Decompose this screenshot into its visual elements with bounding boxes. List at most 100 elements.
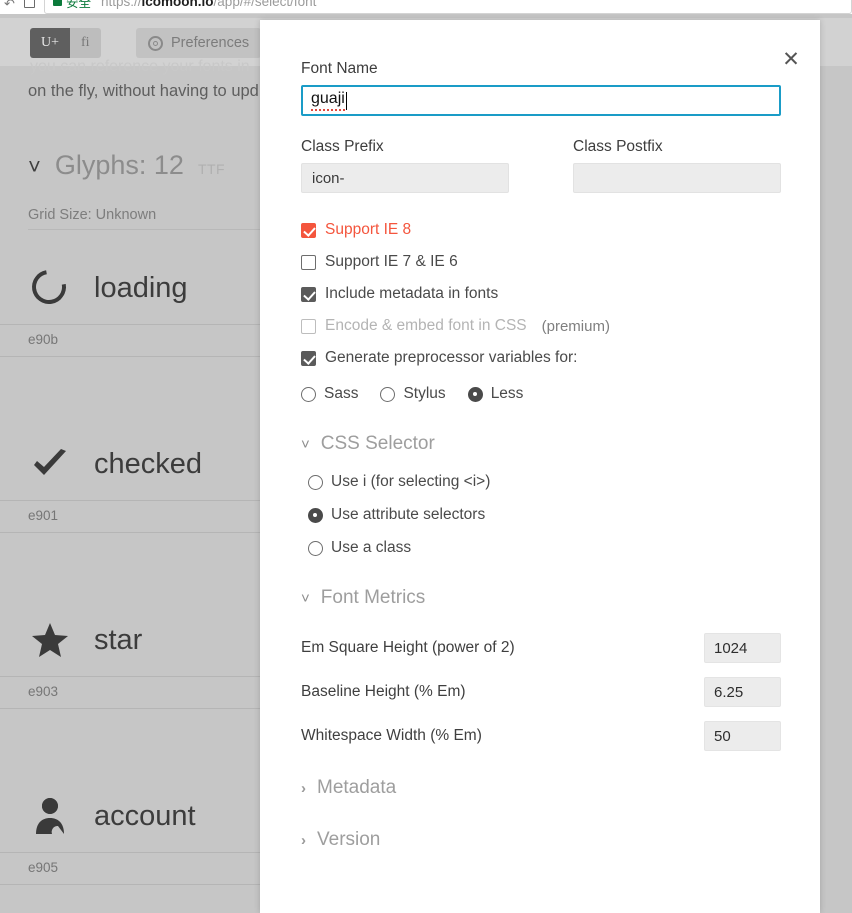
checkbox-include-metadata[interactable]: Include metadata in fonts (301, 285, 781, 303)
radio-label: Less (490, 385, 524, 402)
class-postfix-input[interactable] (573, 163, 781, 193)
glyph-item-account[interactable]: account e905 (0, 794, 290, 885)
tab-icon[interactable] (24, 0, 35, 8)
radio-label: Use attribute selectors (331, 506, 486, 523)
metric-label: Baseline Height (% Em) (301, 683, 466, 700)
preferences-button[interactable]: Preferences (136, 28, 262, 58)
glyph-code: e905 (28, 860, 59, 875)
section-title: Metadata (317, 777, 397, 798)
radio-label: Use a class (331, 539, 412, 556)
section-title: Font Metrics (320, 587, 426, 608)
class-prefix-group: Class Prefix icon- (301, 138, 509, 193)
section-css-selector[interactable]: ˅ CSS Selector (301, 433, 781, 455)
class-postfix-group: Class Postfix (573, 138, 781, 193)
metric-em-square-height: Em Square Height (power of 2) 1024 (301, 633, 781, 663)
glyph-view-toggle[interactable]: U+ fi (30, 28, 101, 58)
radio-sass[interactable]: Sass (301, 385, 358, 403)
star-icon (28, 618, 72, 662)
glyph-code: e90b (28, 332, 59, 347)
premium-note: (premium) (541, 317, 610, 335)
secure-label: 安全 (66, 0, 92, 10)
font-format-badge: TTF (197, 161, 226, 177)
radio-label: Sass (324, 385, 359, 402)
class-postfix-label: Class Postfix (573, 138, 663, 155)
checkbox-label: Support IE 7 & IE 6 (325, 253, 458, 270)
close-icon[interactable]: ✕ (778, 46, 804, 72)
lead-text: on the fly, without having to upd (28, 82, 259, 100)
font-name-value: guaji (311, 90, 345, 111)
glyph-row[interactable]: account (0, 794, 290, 838)
unicode-toggle-button[interactable]: U+ (30, 28, 71, 58)
metric-input[interactable]: 50 (704, 721, 781, 751)
radio-icon[interactable] (301, 386, 316, 402)
glyph-item-loading[interactable]: loading e90b (0, 263, 290, 357)
checkbox-generate-preprocessor-vars[interactable]: Generate preprocessor variables for: (301, 349, 781, 367)
glyph-code: e901 (28, 508, 59, 523)
address-bar[interactable]: 安全 https://icomoon.io/app/#/select/font (44, 0, 852, 14)
checkbox-icon (301, 318, 316, 334)
radio-icon[interactable] (308, 474, 323, 490)
options-checkbox-list: Support IE 8 Support IE 7 & IE 6 Include… (301, 221, 781, 367)
radio-less[interactable]: Less (467, 385, 524, 403)
glyph-code-wrap: e901 (0, 500, 290, 533)
metric-whitespace-width: Whitespace Width (% Em) 50 (301, 721, 781, 751)
radio-use-attribute-selectors[interactable]: Use attribute selectors (308, 506, 781, 524)
metric-input[interactable]: 6.25 (704, 677, 781, 707)
section-title: CSS Selector (320, 433, 435, 454)
glyph-name: account (94, 799, 196, 832)
section-metadata[interactable]: › Metadata (301, 777, 781, 799)
font-metrics-fields: Em Square Height (power of 2) 1024 Basel… (301, 633, 781, 751)
section-version[interactable]: › Version (301, 829, 781, 851)
glyph-row[interactable]: loading (0, 263, 290, 311)
chevron-down-icon[interactable]: ˅ (301, 591, 310, 606)
browser-chrome: ↶ 安全 https://icomoon.io/app/#/select/fon… (0, 0, 852, 14)
glyph-code-wrap: e905 (0, 852, 290, 885)
radio-icon[interactable] (467, 386, 483, 402)
checkbox-icon[interactable] (301, 350, 316, 366)
glyph-code: e903 (28, 684, 59, 699)
text-caret (345, 91, 347, 110)
chevron-down-icon[interactable]: ˅ (28, 156, 41, 178)
glyph-code-wrap: e903 (0, 676, 290, 709)
glyph-item-star[interactable]: star e903 (0, 618, 290, 709)
glyph-row[interactable]: checked (0, 442, 290, 486)
checkbox-support-ie8[interactable]: Support IE 8 (301, 221, 781, 239)
chevron-right-icon[interactable]: › (301, 833, 306, 848)
glyph-item-checked[interactable]: checked e901 (0, 442, 290, 533)
section-font-metrics[interactable]: ˅ Font Metrics (301, 587, 781, 609)
glyphs-count-title: Glyphs: 12 (54, 150, 184, 180)
checkbox-icon[interactable] (301, 286, 316, 302)
checkbox-icon[interactable] (301, 254, 316, 270)
class-prefix-input[interactable]: icon- (301, 163, 509, 193)
metric-baseline-height: Baseline Height (% Em) 6.25 (301, 677, 781, 707)
radio-icon[interactable] (380, 386, 396, 402)
checkbox-label: Generate preprocessor variables for: (325, 349, 578, 366)
metric-input[interactable]: 1024 (704, 633, 781, 663)
radio-icon[interactable] (308, 540, 323, 556)
font-preferences-modal: ✕ Font Name guaji Class Prefix icon- Cla… (260, 20, 820, 913)
chevron-right-icon[interactable]: › (301, 781, 306, 796)
checkbox-encode-embed-font: Encode & embed font in CSS (premium) (301, 317, 781, 335)
radio-use-a-class[interactable]: Use a class (308, 539, 781, 557)
class-prefix-label: Class Prefix (301, 138, 384, 155)
chevron-down-icon[interactable]: ˅ (301, 437, 310, 452)
gear-icon (148, 35, 163, 51)
glyph-row[interactable]: star (0, 618, 290, 662)
ghost-text: you can reference your fonts in (30, 58, 250, 75)
font-name-label: Font Name (301, 60, 378, 77)
glyph-name: loading (94, 271, 188, 304)
ligature-toggle-button[interactable]: fi (70, 28, 101, 58)
checkbox-support-ie7-ie6[interactable]: Support IE 7 & IE 6 (301, 253, 781, 271)
checkbox-label: Support IE 8 (325, 221, 412, 238)
back-arrow-icon[interactable]: ↶ (4, 0, 15, 13)
radio-stylus[interactable]: Stylus (380, 385, 446, 403)
radio-icon[interactable] (308, 507, 323, 523)
glyph-name: star (94, 623, 143, 656)
font-name-input[interactable]: guaji (301, 85, 781, 116)
secure-lock-icon (53, 0, 62, 6)
checkbox-icon[interactable] (301, 222, 316, 238)
radio-use-i[interactable]: Use i (for selecting <i>) (308, 473, 781, 491)
class-fields-row: Class Prefix icon- Class Postfix (301, 138, 781, 193)
glyphs-header[interactable]: ˅ Glyphs: 12 TTF (28, 150, 225, 181)
metric-label: Em Square Height (power of 2) (301, 639, 515, 656)
